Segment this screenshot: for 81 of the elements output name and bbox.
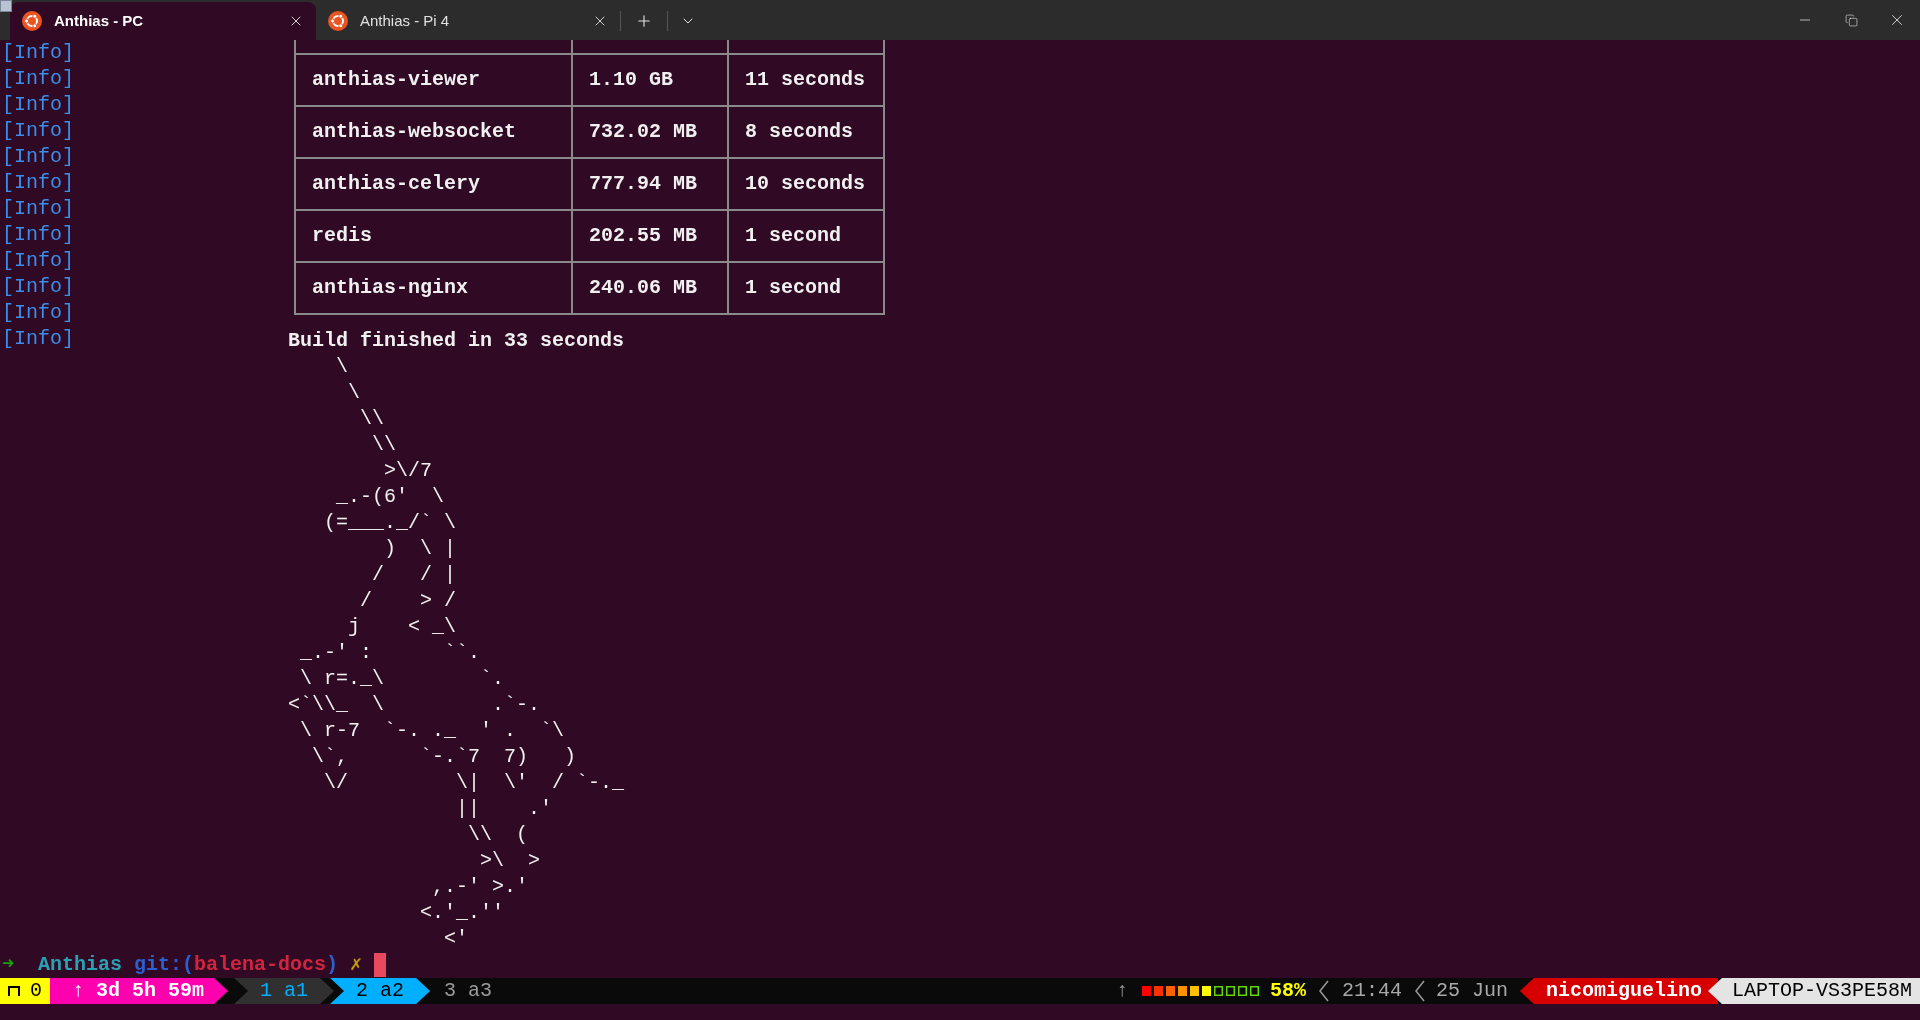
ascii-art-line: >\ >: [479, 848, 541, 874]
prompt-arrow: ➜: [2, 952, 14, 978]
ascii-art-line: <`\\_ \ .`-.: [288, 692, 541, 718]
log-tag: [Info]: [2, 300, 74, 326]
log-tag: [Info]: [2, 222, 74, 248]
table-cell: 8 seconds: [728, 106, 884, 158]
ascii-art-line: (=___._/` \: [323, 510, 457, 536]
tab-title: Anthias - PC: [54, 10, 145, 31]
battery-percent: 58%: [1269, 978, 1306, 1004]
new-tab-icon[interactable]: [635, 12, 653, 30]
cursor: [374, 953, 387, 977]
log-tag: [Info]: [2, 118, 74, 144]
window-tab[interactable]: 2 a2: [330, 978, 431, 1004]
table-cell: anthias-viewer: [295, 54, 572, 106]
table-cell: 1.10 GB: [572, 54, 728, 106]
segment-text: 0: [30, 978, 42, 1004]
log-tag: [Info]: [2, 170, 74, 196]
table-cell: 10 seconds: [728, 158, 884, 210]
user-segment: nicomiguelino: [1519, 978, 1718, 1004]
ascii-art-line: \\: [359, 406, 384, 432]
ascii-art-line: ) \ |: [383, 536, 457, 562]
ascii-art-line: \: [347, 380, 360, 406]
table-cell: anthias-websocket: [295, 106, 572, 158]
restore-icon[interactable]: [1844, 13, 1858, 27]
table-cell: 777.94 MB: [572, 158, 728, 210]
logo-icon: [22, 11, 42, 31]
window-tab[interactable]: 3 a3: [430, 978, 503, 1004]
build-message: Build finished in 33 seconds: [288, 328, 625, 354]
ascii-art-line: / / |: [371, 562, 457, 588]
branch-name: balena-docs: [194, 952, 327, 978]
ascii-art-line: _.-' : ``.: [299, 640, 481, 666]
date-text: 25 Jun: [1435, 978, 1508, 1004]
table-cell: anthias-nginx: [295, 262, 572, 314]
ascii-art-line: >\/7: [383, 458, 433, 484]
window-tab[interactable]: 1 a1: [234, 978, 335, 1004]
battery-meter-icon: [1141, 986, 1260, 996]
ascii-art-line: ,.-' >.': [431, 874, 529, 900]
log-tag: [Info]: [2, 144, 74, 170]
tab-title: Anthias - Pi 4: [360, 10, 451, 31]
log-tag: [Info]: [2, 92, 74, 118]
square-icon: [0, 0, 12, 12]
table-cell: anthias-celery: [295, 158, 572, 210]
terminal-tab[interactable]: Anthias - PC: [10, 2, 316, 40]
table-cell: 202.55 MB: [572, 210, 728, 262]
ascii-art-line: \`, `-.`7 7) ): [311, 744, 577, 770]
log-tag: [Info]: [2, 326, 74, 352]
ascii-art-line: \ r-7 `-. ._ ' . `\: [299, 718, 565, 744]
log-tag: [Info]: [2, 274, 74, 300]
ascii-art-line: \/ \| \' / `-._: [323, 770, 625, 796]
upload-arrow: ↑: [1115, 978, 1128, 1004]
git-label: git:(: [134, 952, 195, 978]
ascii-art-line: \\: [371, 432, 397, 458]
log-tag: [Info]: [2, 196, 74, 222]
ascii-art-line: \ r=._\ `.: [299, 666, 505, 692]
ascii-art-line: _.-(6' \: [335, 484, 445, 510]
logo-icon: [328, 11, 348, 31]
ascii-art-line: <.'_.'': [419, 900, 505, 926]
segment-text: ↑ 3d 5h 59m: [72, 978, 205, 1004]
table-cell: 1 second: [728, 262, 884, 314]
ascii-art-line: \: [335, 354, 348, 380]
ascii-art-line: <': [443, 926, 469, 952]
ascii-art-line: || .': [455, 796, 553, 822]
separator-icon: [1317, 980, 1330, 1002]
table-cell: redis: [295, 210, 572, 262]
ascii-art-line: \\ (: [467, 822, 529, 848]
ascii-art-line: j < _\: [347, 614, 457, 640]
host-segment: LAPTOP-VS3PE58M: [1707, 978, 1920, 1004]
table-cell: 240.06 MB: [572, 262, 728, 314]
table-cell: 1 second: [728, 210, 884, 262]
table-cell: 732.02 MB: [572, 106, 728, 158]
clock-time: 21:44: [1341, 978, 1402, 1004]
log-tag: [Info]: [2, 248, 74, 274]
log-tag: [Info]: [2, 40, 74, 66]
table-cell: 11 seconds: [728, 54, 884, 106]
dirty-mark: ✗: [350, 952, 363, 978]
log-tag: [Info]: [2, 66, 74, 92]
git-label: ): [326, 952, 339, 978]
separator-icon: [1413, 980, 1426, 1002]
directory-name: Anthias: [38, 952, 122, 978]
pane-icon: [8, 985, 20, 997]
ascii-art-line: / > /: [359, 588, 457, 614]
